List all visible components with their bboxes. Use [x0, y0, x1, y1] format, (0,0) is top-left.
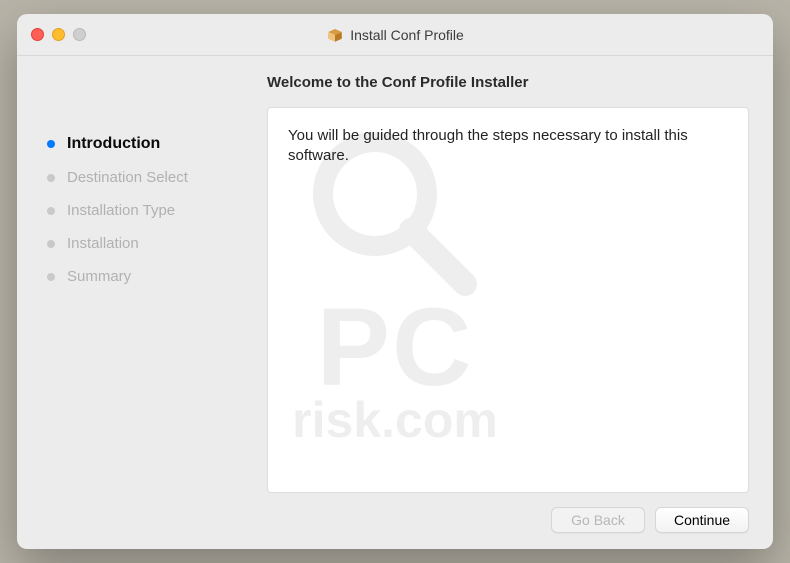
- zoom-button: [73, 28, 86, 41]
- window-title: Install Conf Profile: [350, 27, 464, 43]
- step-label: Installation: [67, 235, 139, 252]
- window-title-wrap: Install Conf Profile: [326, 26, 464, 44]
- content-panel: You will be guided through the steps nec…: [267, 107, 749, 493]
- content-row: Introduction Destination Select Installa…: [41, 107, 749, 493]
- step-dot-icon: [47, 240, 55, 248]
- footer: Go Back Continue: [41, 493, 749, 533]
- step-label: Installation Type: [67, 202, 175, 219]
- step-label: Summary: [67, 268, 131, 285]
- go-back-button: Go Back: [551, 507, 645, 533]
- step-dot-icon: [47, 207, 55, 215]
- intro-text: You will be guided through the steps nec…: [288, 127, 688, 164]
- step-introduction: Introduction: [45, 127, 255, 161]
- step-summary: Summary: [45, 260, 255, 293]
- package-icon: [326, 26, 344, 44]
- step-label: Introduction: [67, 135, 160, 153]
- page-heading: Welcome to the Conf Profile Installer: [267, 74, 749, 91]
- step-installation: Installation: [45, 227, 255, 260]
- continue-button[interactable]: Continue: [655, 507, 749, 533]
- step-dot-icon: [47, 140, 55, 148]
- installer-window: Install Conf Profile Welcome to the Conf…: [17, 14, 773, 549]
- step-label: Destination Select: [67, 169, 188, 186]
- close-button[interactable]: [31, 28, 44, 41]
- minimize-button[interactable]: [52, 28, 65, 41]
- step-dot-icon: [47, 174, 55, 182]
- titlebar: Install Conf Profile: [17, 14, 773, 56]
- step-installation-type: Installation Type: [45, 194, 255, 227]
- window-body: Welcome to the Conf Profile Installer In…: [17, 56, 773, 549]
- steps-sidebar: Introduction Destination Select Installa…: [41, 107, 255, 493]
- step-destination-select: Destination Select: [45, 161, 255, 194]
- step-dot-icon: [47, 273, 55, 281]
- traffic-lights: [31, 28, 86, 41]
